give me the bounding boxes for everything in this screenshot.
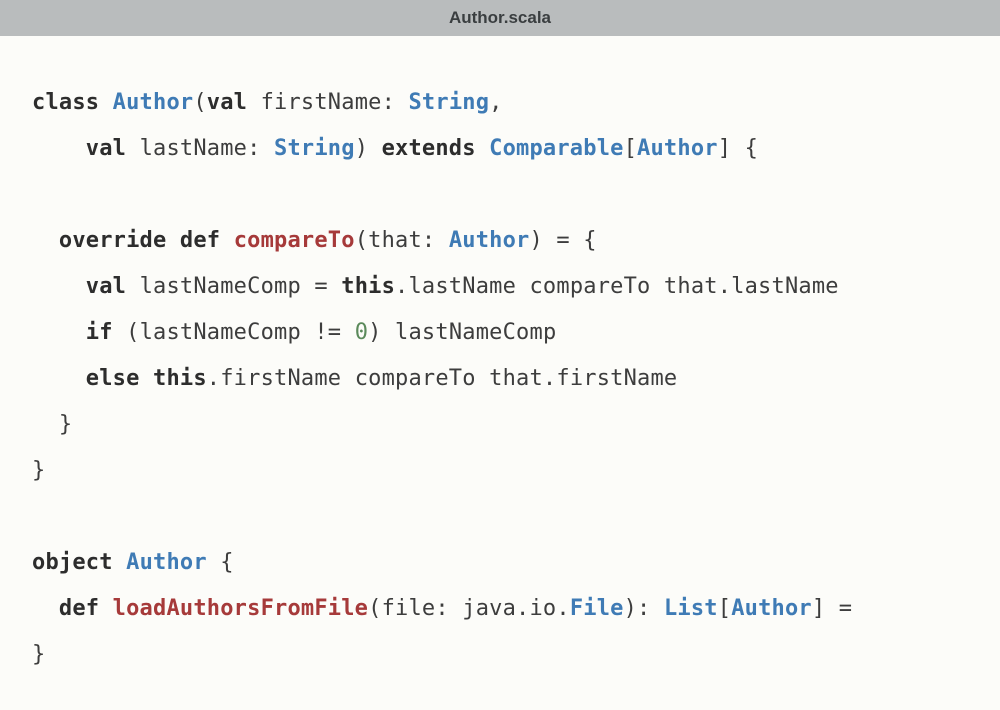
code-token: ] = [812,596,852,621]
code-token: , [489,90,502,115]
code-token: compareTo [234,228,355,253]
code-token: (that: [355,228,449,253]
code-token: ( [193,90,206,115]
code-line: override def compareTo(that: Author) = { [32,218,968,264]
code-line [32,172,968,218]
code-token: firstName: [261,90,409,115]
code-token: Comparable [489,136,623,161]
code-token: ): [624,596,664,621]
code-token: 0 [355,320,368,345]
code-token: File [570,596,624,621]
code-token: Author [637,136,718,161]
code-token: object [32,550,126,575]
code-token: lastName: [140,136,274,161]
code-token [32,228,59,253]
code-token: lastNameComp = [140,274,342,299]
code-token [32,596,59,621]
code-line: if (lastNameComp != 0) lastNameComp [32,310,968,356]
code-token: String [274,136,355,161]
code-token: Author [449,228,530,253]
code-token: loadAuthorsFromFile [113,596,368,621]
titlebar: Author.scala [0,0,1000,36]
code-line: } [32,402,968,448]
code-content: class Author(val firstName: String, val … [32,80,968,678]
code-token: def [59,596,113,621]
code-token: val [207,90,261,115]
code-token: Author [126,550,207,575]
code-token: ] { [718,136,758,161]
code-token: ) [355,136,382,161]
code-token: } [32,412,72,437]
code-line: def loadAuthorsFromFile(file: java.io.Fi… [32,586,968,632]
code-token [32,274,86,299]
code-token [32,136,86,161]
code-line [32,494,968,540]
code-token: val [86,274,140,299]
code-token: String [408,90,489,115]
code-token: override def [59,228,234,253]
code-line: val lastName: String) extends Comparable… [32,126,968,172]
code-token: val [86,136,140,161]
code-token: .lastName compareTo that.lastName [395,274,839,299]
code-token: this [153,366,207,391]
code-token: { [207,550,234,575]
code-token: (lastNameComp != [126,320,355,345]
code-token: class [32,90,113,115]
code-token: else [86,366,153,391]
code-token: Author [113,90,194,115]
code-token: ) = { [530,228,597,253]
code-line: val lastNameComp = this.lastName compare… [32,264,968,310]
code-token [32,320,86,345]
code-line: object Author { [32,540,968,586]
code-line: } [32,632,968,678]
code-token: List [664,596,718,621]
filename-label: Author.scala [449,8,551,28]
code-line: class Author(val firstName: String, [32,80,968,126]
code-line: } [32,448,968,494]
code-token: .firstName compareTo that.firstName [207,366,678,391]
code-line: else this.firstName compareTo that.first… [32,356,968,402]
code-token: (file: java.io. [368,596,570,621]
code-token: this [341,274,395,299]
code-token [32,366,86,391]
code-editor[interactable]: class Author(val firstName: String, val … [0,36,1000,710]
code-token: } [32,642,45,667]
code-token: if [86,320,126,345]
code-token: ) lastNameComp [368,320,556,345]
code-token: } [32,458,45,483]
code-token: extends [382,136,490,161]
code-token: [ [624,136,637,161]
code-token: Author [731,596,812,621]
code-token: [ [718,596,731,621]
